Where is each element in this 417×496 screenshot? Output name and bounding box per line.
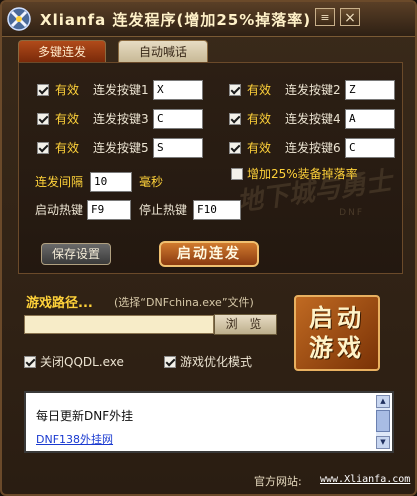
launch-line-2: 游戏 xyxy=(309,334,365,362)
interval-unit: 毫秒 xyxy=(139,175,164,189)
news-box: 每日更新DNF外挂 DNF138外挂网 ▲ ▼ xyxy=(24,391,394,453)
footer-label: 官方网站: xyxy=(254,475,302,488)
key2-enabled-label: 有效 xyxy=(247,83,272,97)
key6-label: 连发按键6 xyxy=(285,141,341,155)
key5-input[interactable]: S xyxy=(153,138,203,158)
interval-input[interactable]: 10 xyxy=(90,172,132,192)
key2-input[interactable]: Z xyxy=(345,80,395,100)
drop-rate-row: 增加25%装备掉落率 xyxy=(231,163,401,185)
scroll-thumb[interactable] xyxy=(376,410,390,432)
key6-enabled-label: 有效 xyxy=(247,141,272,155)
key3-enabled-label: 有效 xyxy=(55,112,80,126)
scroll-up-icon[interactable]: ▲ xyxy=(376,395,390,408)
app-window: Xlianfa 连发程序(增加25%掉落率) ≡ × 多键连发 自动喊话 地下城… xyxy=(0,0,417,496)
key2-label: 连发按键2 xyxy=(285,83,341,97)
key4-input[interactable]: A xyxy=(345,109,395,129)
key5-enabled-label: 有效 xyxy=(55,141,80,155)
interval-row: 连发间隔 10 毫秒 xyxy=(35,171,215,193)
menu-button[interactable]: ≡ xyxy=(315,8,335,26)
close-qqdl-label: 关闭QQDL.exe xyxy=(40,355,124,369)
app-logo-icon xyxy=(7,7,31,31)
footer-url-link[interactable]: www.Xlianfa.com xyxy=(320,474,410,485)
optimize-mode-option: 游戏优化模式 xyxy=(164,354,284,370)
key3-input[interactable]: C xyxy=(153,109,203,129)
start-hotkey-input[interactable]: F9 xyxy=(87,200,131,220)
stop-hotkey-input[interactable]: F10 xyxy=(193,200,241,220)
key-row-1: 有效 连发按键1 X xyxy=(37,79,207,101)
key1-enabled-label: 有效 xyxy=(55,83,80,97)
key6-enabled-checkbox[interactable] xyxy=(229,142,241,154)
news-title: 每日更新DNF外挂 xyxy=(36,409,134,423)
key3-enabled-checkbox[interactable] xyxy=(37,113,49,125)
key3-label: 连发按键3 xyxy=(93,112,149,126)
drop-rate-checkbox[interactable] xyxy=(231,168,243,180)
key4-enabled-label: 有效 xyxy=(247,112,272,126)
key4-label: 连发按键4 xyxy=(285,112,341,126)
watermark-sub: DNF xyxy=(339,208,364,218)
key-row-3: 有效 连发按键3 C xyxy=(37,108,207,130)
tab-auto-shout[interactable]: 自动喊话 xyxy=(118,40,208,62)
key4-enabled-checkbox[interactable] xyxy=(229,113,241,125)
hotkey-row: 启动热键 F9 停止热键 F10 xyxy=(35,199,265,221)
game-path-hint: (选择“DNFchina.exe”文件) xyxy=(114,296,254,309)
save-settings-button[interactable]: 保存设置 xyxy=(41,243,111,265)
key5-enabled-checkbox[interactable] xyxy=(37,142,49,154)
optimize-mode-checkbox[interactable] xyxy=(164,356,176,368)
news-scrollbar[interactable]: ▲ ▼ xyxy=(376,395,390,449)
key1-enabled-checkbox[interactable] xyxy=(37,84,49,96)
settings-panel: 地下城与勇士 DNF 有效 连发按键1 X 有效 连发按键2 Z 有效 连发按键… xyxy=(18,62,403,274)
launch-line-1: 启动 xyxy=(309,304,365,332)
drop-rate-label: 增加25%装备掉落率 xyxy=(247,167,358,181)
tab-multi-key[interactable]: 多键连发 xyxy=(18,40,106,62)
title-bar[interactable]: Xlianfa 连发程序(增加25%掉落率) ≡ × xyxy=(2,2,415,37)
start-hotkey-label: 启动热键 xyxy=(35,203,84,217)
key-row-2: 有效 连发按键2 Z xyxy=(229,79,399,101)
close-button[interactable]: × xyxy=(340,8,360,26)
scroll-down-icon[interactable]: ▼ xyxy=(376,436,390,449)
key1-label: 连发按键1 xyxy=(93,83,149,97)
close-qqdl-checkbox[interactable] xyxy=(24,356,36,368)
key-row-6: 有效 连发按键6 C xyxy=(229,137,399,159)
browse-button[interactable]: 浏 览 xyxy=(214,314,277,335)
key-row-5: 有效 连发按键5 S xyxy=(37,137,207,159)
interval-label: 连发间隔 xyxy=(35,175,84,189)
game-path-label: 游戏路径... xyxy=(26,296,93,311)
key1-input[interactable]: X xyxy=(153,80,203,100)
launch-game-button[interactable]: 启动 游戏 xyxy=(294,295,380,371)
key-row-4: 有效 连发按键4 A xyxy=(229,108,399,130)
key2-enabled-checkbox[interactable] xyxy=(229,84,241,96)
stop-hotkey-label: 停止热键 xyxy=(139,203,188,217)
news-link[interactable]: DNF138外挂网 xyxy=(36,431,113,447)
start-burst-button[interactable]: 启动连发 xyxy=(159,241,259,267)
game-path-input[interactable] xyxy=(24,315,214,334)
window-title: Xlianfa 连发程序(增加25%掉落率) xyxy=(40,11,312,29)
close-qqdl-option: 关闭QQDL.exe xyxy=(24,354,144,370)
key5-label: 连发按键5 xyxy=(93,141,149,155)
key6-input[interactable]: C xyxy=(345,138,395,158)
optimize-mode-label: 游戏优化模式 xyxy=(180,355,253,369)
